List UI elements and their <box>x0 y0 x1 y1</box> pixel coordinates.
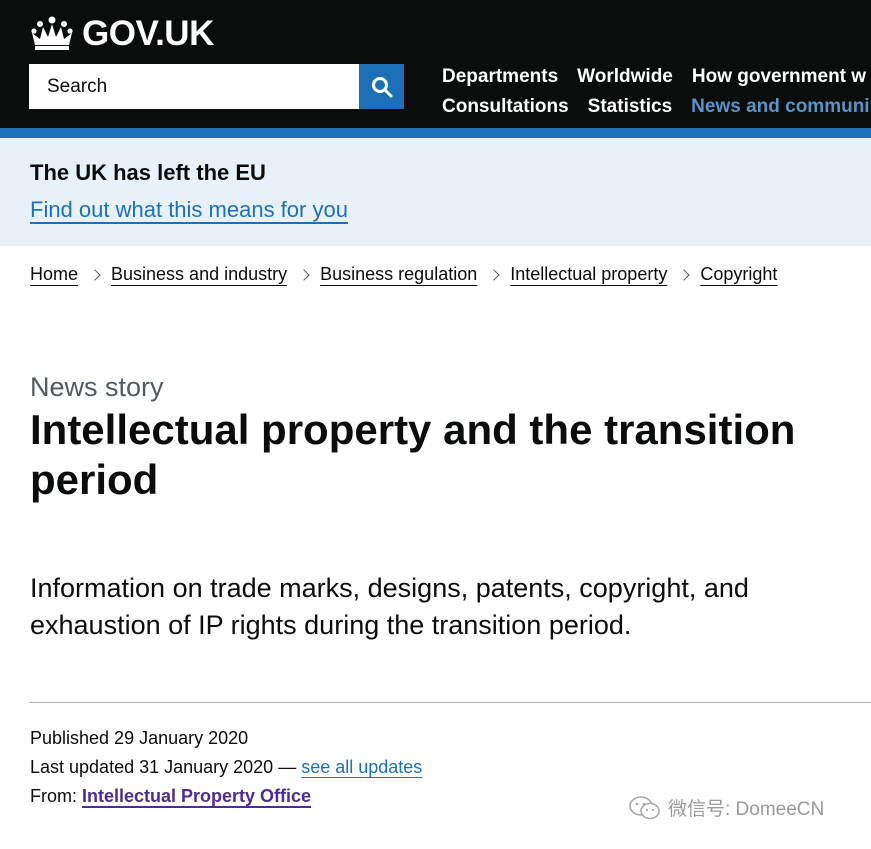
nav-statistics[interactable]: Statistics <box>588 96 672 118</box>
breadcrumb-home[interactable]: Home <box>30 264 78 285</box>
govuk-logo[interactable]: GOV.UK <box>30 15 214 51</box>
search-icon <box>371 76 392 97</box>
last-updated-date: Last updated 31 January 2020 — <box>30 757 302 777</box>
section-divider <box>29 702 871 703</box>
nav-news-and-communications[interactable]: News and communi <box>691 96 869 118</box>
watermark-text: 微信号: DomeeCN <box>668 799 825 820</box>
last-updated-row: Last updated 31 January 2020 — see all u… <box>30 753 422 782</box>
main-navigation: Departments Worldwide How government w C… <box>442 62 871 122</box>
publication-metadata: Published 29 January 2020 Last updated 3… <box>30 724 422 811</box>
content-type-caption: News story <box>30 372 164 402</box>
chevron-right-icon <box>667 268 700 281</box>
chevron-right-icon <box>78 268 111 281</box>
breadcrumb-business-and-industry[interactable]: Business and industry <box>111 264 287 285</box>
site-header: GOV.UK Departments Worldwide How governm… <box>0 0 871 128</box>
header-blue-stripe <box>0 128 871 138</box>
search-button[interactable] <box>359 64 404 109</box>
nav-departments[interactable]: Departments <box>442 66 558 88</box>
banner-title: The UK has left the EU <box>30 160 266 185</box>
page-title: Intellectual property and the transition… <box>30 406 796 503</box>
wechat-icon <box>629 795 660 819</box>
from-row: From: Intellectual Property Office <box>30 782 422 811</box>
nav-consultations[interactable]: Consultations <box>442 96 569 118</box>
wechat-watermark: 微信号: DomeeCN <box>628 794 824 821</box>
logo-text: GOV.UK <box>82 13 214 53</box>
nav-row-1: Departments Worldwide How government w <box>442 62 871 92</box>
chevron-right-icon <box>287 268 320 281</box>
search-input[interactable] <box>29 64 359 109</box>
crown-icon <box>31 16 73 50</box>
breadcrumb: Home Business and industry Business regu… <box>30 264 777 285</box>
eu-transition-banner: The UK has left the EU Find out what thi… <box>0 138 871 246</box>
lead-paragraph: Information on trade marks, designs, pat… <box>30 573 749 640</box>
see-all-updates-link[interactable]: see all updates <box>301 757 422 777</box>
breadcrumb-copyright[interactable]: Copyright <box>700 264 777 285</box>
organisation-link[interactable]: Intellectual Property Office <box>82 786 311 806</box>
banner-link[interactable]: Find out what this means for you <box>30 197 348 223</box>
from-label: From: <box>30 786 82 806</box>
nav-row-2: Consultations Statistics News and commun… <box>442 92 871 122</box>
breadcrumb-intellectual-property[interactable]: Intellectual property <box>510 264 667 285</box>
chevron-right-icon <box>477 268 510 281</box>
nav-how-government-works[interactable]: How government w <box>692 66 866 88</box>
published-date: Published 29 January 2020 <box>30 728 249 748</box>
nav-worldwide[interactable]: Worldwide <box>577 66 673 88</box>
breadcrumb-business-regulation[interactable]: Business regulation <box>320 264 477 285</box>
